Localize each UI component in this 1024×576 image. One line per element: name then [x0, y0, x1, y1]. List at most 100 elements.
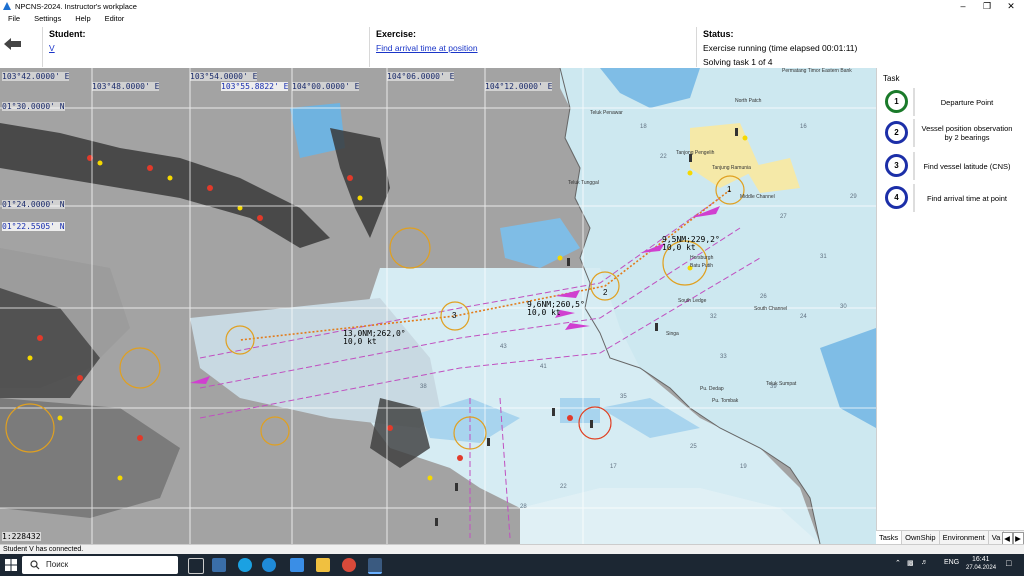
minimize-icon: – — [960, 1, 966, 11]
waypoint-1[interactable]: 1 — [727, 185, 731, 194]
place-name: Teluk Tunggal — [568, 180, 599, 186]
place-name: Tanjung Ramunia — [712, 165, 751, 171]
task-number-badge: 2 — [885, 121, 908, 144]
place-name: Teluk Penawar — [590, 110, 623, 116]
divider — [913, 184, 915, 212]
clock-time[interactable]: 16:41 — [972, 556, 990, 563]
svg-text:38: 38 — [420, 384, 427, 390]
place-name: Permatang Timor Eastern Bank — [782, 68, 852, 74]
task-number-badge: 1 — [885, 90, 908, 113]
widgets-icon[interactable] — [212, 558, 226, 572]
student-section: Student: V — [42, 27, 369, 67]
language-indicator[interactable]: ENG — [944, 559, 959, 566]
chrome-icon[interactable] — [342, 558, 356, 572]
chart-canvas[interactable]: 182227 312624 333935 414338 251917 22283… — [0, 68, 876, 544]
lon-label-6: 104°12.0000' E — [485, 82, 553, 91]
divider — [913, 152, 915, 180]
task-item-1[interactable]: 1 Departure Point — [883, 88, 1019, 116]
app-icon — [3, 2, 11, 10]
exercise-label: Exercise: — [376, 29, 417, 39]
place-name: Singa — [666, 331, 679, 337]
task-item-3[interactable]: 3 Find vessel latitude (CNS) — [883, 152, 1019, 180]
menu-file[interactable]: File — [8, 14, 20, 23]
svg-text:22: 22 — [660, 154, 667, 160]
svg-text:30: 30 — [840, 304, 847, 310]
place-name: Pu. Dedap — [700, 386, 724, 392]
clock-date[interactable]: 27.04.2024 — [966, 565, 996, 571]
paint-icon[interactable] — [290, 558, 304, 572]
cursor-lat-readout: 01°22.5505' N — [2, 222, 65, 231]
panel-title: Task — [883, 74, 900, 83]
svg-text:32: 32 — [710, 314, 717, 320]
svg-text:26: 26 — [760, 294, 767, 300]
notification-icon[interactable]: □ — [1006, 558, 1011, 568]
task-label: Find vessel latitude (CNS) — [923, 161, 1011, 171]
npcns-app-icon[interactable] — [368, 558, 382, 574]
status-elapsed: Exercise running (time elapsed 00:01:11) — [703, 43, 858, 53]
student-link[interactable]: V — [49, 43, 55, 53]
skype-icon[interactable] — [238, 558, 252, 572]
menu-help[interactable]: Help — [75, 14, 90, 23]
svg-text:18: 18 — [640, 124, 647, 130]
svg-text:41: 41 — [540, 364, 547, 370]
waypoint-3[interactable]: 3 — [452, 311, 456, 320]
file-explorer-icon[interactable] — [316, 558, 330, 572]
task-item-2[interactable]: 2 Vessel position observation by 2 beari… — [883, 119, 1019, 147]
place-name: Teluk Sumpat — [766, 381, 797, 387]
network-icon[interactable]: ▩ — [907, 559, 914, 567]
leg-2-speed: 10,0 kt — [527, 308, 561, 317]
tab-environment[interactable]: Environment — [940, 531, 989, 545]
exercise-section: Exercise: Find arrival time at position — [369, 27, 696, 67]
task-item-4[interactable]: 4 Find arrival time at point — [883, 184, 1019, 212]
tab-tasks[interactable]: Tasks — [876, 531, 903, 545]
lat-label-1: 01°30.0000' N — [2, 102, 65, 111]
restore-icon: ❐ — [982, 0, 992, 11]
leg-3-label: 13,0NM;262,0° 10,0 kt — [343, 330, 406, 346]
task-panel: Task 1 Departure Point 2 Vessel position… — [876, 68, 1024, 544]
back-arrow-icon[interactable] — [2, 36, 22, 52]
place-name: Pu. Tombak — [712, 398, 739, 404]
leg-1-label: 9,5NM;229,2° 10,0 kt — [662, 236, 720, 252]
exercise-link[interactable]: Find arrival time at position — [376, 43, 478, 53]
volume-icon[interactable]: ♬ — [921, 559, 928, 566]
edge-icon[interactable] — [262, 558, 276, 572]
lon-label-4: 104°00.0000' E — [292, 82, 360, 91]
svg-text:16: 16 — [800, 124, 807, 130]
svg-text:29: 29 — [850, 194, 857, 200]
status-task: Solving task 1 of 4 — [703, 57, 773, 67]
svg-text:33: 33 — [720, 354, 727, 360]
window-title: NPCNS-2024. Instructor's workplace — [15, 1, 137, 11]
windows-start-icon[interactable] — [5, 559, 17, 571]
taskbar-search-box[interactable]: Поиск — [22, 556, 178, 574]
os-taskbar: Поиск ⌃ ▩ ♬ ENG 16:41 27.04.2024 □ — [0, 554, 1024, 576]
minimize-button[interactable]: – — [950, 0, 976, 12]
tray-chevron-icon[interactable]: ⌃ — [895, 559, 901, 567]
svg-text:25: 25 — [690, 444, 697, 450]
exercise-header: Student: V Exercise: Find arrival time a… — [0, 24, 1024, 69]
svg-text:35: 35 — [620, 394, 627, 400]
status-section: Status: Exercise running (time elapsed 0… — [696, 27, 1023, 67]
menu-editor[interactable]: Editor — [105, 14, 125, 23]
task-number-badge: 3 — [885, 154, 908, 177]
svg-text:31: 31 — [820, 254, 827, 260]
task-view-icon[interactable] — [188, 558, 204, 574]
tab-ownship[interactable]: OwnShip — [902, 531, 940, 545]
task-label: Find arrival time at point — [926, 193, 1008, 203]
maximize-button[interactable]: ❐ — [974, 0, 1000, 12]
menu-settings[interactable]: Settings — [34, 14, 61, 23]
divider — [913, 119, 915, 147]
lat-label-2: 01°24.0000' N — [2, 200, 65, 209]
waypoint-2[interactable]: 2 — [603, 288, 607, 297]
lon-label-2: 103°48.0000' E — [92, 82, 160, 91]
place-name: Batu Putih — [690, 263, 714, 269]
task-label: Vessel position observation by 2 bearing… — [921, 124, 1013, 142]
panel-tabs: Tasks OwnShip Environment Va ◀ ▶ — [876, 530, 1024, 545]
leg-3-speed: 10,0 kt — [343, 337, 377, 346]
close-button[interactable]: ✕ — [998, 0, 1024, 12]
nautical-chart[interactable]: 18 22 27 31 26 24 33 39 35 41 43 38 25 19 17 22 28 3… — [0, 68, 876, 544]
place-name: South Ledge — [678, 298, 707, 304]
svg-text:19: 19 — [740, 464, 747, 470]
title-bar: NPCNS-2024. Instructor's workplace – ❐ ✕ — [0, 0, 1024, 12]
svg-text:24: 24 — [800, 314, 807, 320]
divider — [913, 88, 915, 116]
